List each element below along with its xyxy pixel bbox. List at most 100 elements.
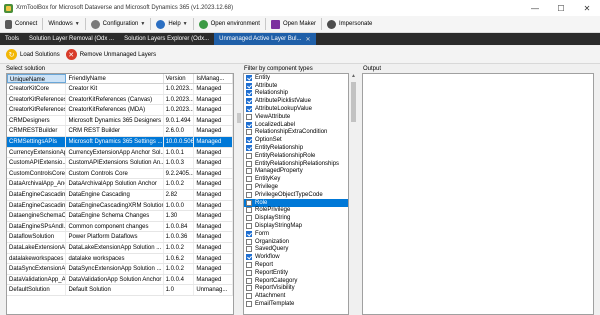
table-row[interactable]: DataValidationApp_A... DataValidationApp … <box>7 274 233 286</box>
filter-scrollbar[interactable]: ▲ <box>350 73 357 315</box>
table-row[interactable]: DataArchivalApp_Anc... DataArchivalApp So… <box>7 179 233 190</box>
checkbox[interactable] <box>246 199 252 206</box>
filter-item[interactable]: EmailTemplate <box>244 300 348 308</box>
table-row[interactable]: DataEngineSPsAndI... Common component cha… <box>7 221 233 233</box>
checkbox[interactable] <box>246 191 252 198</box>
checkbox[interactable] <box>246 269 252 276</box>
maximize-button[interactable]: ☐ <box>548 0 574 16</box>
table-row[interactable]: DataEngineCascadin... DataEngineCascading… <box>7 200 233 212</box>
table-row[interactable]: CreatorKitReferences... CreatorKitReferen… <box>7 94 233 106</box>
component-type-filter-list[interactable]: Entity Attribute Relationship AttributePick… <box>243 73 349 315</box>
table-row[interactable]: DataflowSolution Power Platform Dataflows… <box>7 232 233 243</box>
filter-item[interactable]: Relationship <box>244 90 348 98</box>
filter-item[interactable]: Workflow <box>244 253 348 261</box>
filter-item[interactable]: EntityRelationshipRole <box>244 152 348 160</box>
windows-menu[interactable]: Windows ▼ <box>45 17 82 32</box>
checkbox[interactable] <box>246 168 252 175</box>
solutions-grid[interactable]: UniqueName FriendlyName Version IsManag.… <box>6 73 234 315</box>
table-row[interactable]: CRMDesigners Microsoft Dynamics 365 Desig… <box>7 115 233 127</box>
column-header-ismanaged[interactable]: IsManag... <box>194 74 233 83</box>
filter-item[interactable]: ReportCategory <box>244 277 348 285</box>
table-row[interactable]: DataSyncExtensionA... DataSyncExtensionAp… <box>7 264 233 275</box>
checkbox[interactable] <box>246 277 252 284</box>
checkbox[interactable] <box>246 113 252 120</box>
filter-item[interactable]: EntityRelationshipRelationships <box>244 160 348 168</box>
open-environment-button[interactable]: Open environment <box>196 17 263 32</box>
configuration-menu[interactable]: Configuration ▼ <box>88 17 149 32</box>
checkbox[interactable] <box>246 176 252 183</box>
output-panel[interactable] <box>362 73 594 315</box>
checkbox[interactable] <box>246 184 252 191</box>
open-maker-button[interactable]: Open Maker <box>268 17 319 32</box>
checkbox[interactable] <box>246 285 252 292</box>
table-row[interactable]: CustomControlsCore Custom Controls Core 9.… <box>7 168 233 180</box>
close-tab-icon[interactable]: ✕ <box>306 36 311 43</box>
filter-item[interactable]: ReportEntity <box>244 269 348 277</box>
table-row[interactable]: DataengineSchemaC... DataEngine Schema Ch… <box>7 211 233 222</box>
checkbox[interactable] <box>246 137 252 144</box>
filter-item[interactable]: EntityKey <box>244 175 348 183</box>
filter-item[interactable]: Organization <box>244 238 348 246</box>
checkbox[interactable] <box>246 293 252 300</box>
table-row[interactable]: CurrencyExtensionAp... CurrencyExtensionA… <box>7 147 233 159</box>
table-row[interactable]: CRMSettingsAPIs Microsoft Dynamics 365 Se… <box>7 136 233 148</box>
filter-item[interactable]: Entity <box>244 74 348 82</box>
checkbox[interactable] <box>246 152 252 159</box>
table-row[interactable]: DataLakeExtensionA... DataLakeExtensionAp… <box>7 242 233 254</box>
checkbox[interactable] <box>246 246 252 253</box>
checkbox[interactable] <box>246 301 252 307</box>
checkbox[interactable] <box>246 230 252 237</box>
checkbox[interactable] <box>246 90 252 97</box>
checkbox[interactable] <box>246 98 252 105</box>
close-button[interactable]: ✕ <box>574 0 600 16</box>
filter-item[interactable]: Form <box>244 230 348 238</box>
filter-item[interactable]: Attachment <box>244 292 348 300</box>
filter-item[interactable]: ReportVisibility <box>244 285 348 293</box>
table-row[interactable]: datalakeworkspaces datalake workspaces 1.0… <box>7 253 233 265</box>
minimize-button[interactable]: — <box>522 0 548 16</box>
filter-item[interactable]: RolePrivilege <box>244 207 348 215</box>
filter-item[interactable]: DisplayString <box>244 214 348 222</box>
filter-item[interactable]: EntityRelationship <box>244 144 348 152</box>
scroll-up-icon[interactable]: ▲ <box>350 73 357 80</box>
filter-item[interactable]: Role <box>244 198 348 207</box>
checkbox[interactable] <box>246 121 252 128</box>
table-row[interactable]: DataEngineCascading DataEngine Cascading 2… <box>7 189 233 201</box>
checkbox[interactable] <box>246 160 252 167</box>
filter-item[interactable]: Privilege <box>244 183 348 191</box>
checkbox[interactable] <box>246 238 252 245</box>
scrollbar-thumb[interactable] <box>351 82 356 122</box>
filter-item[interactable]: Report <box>244 261 348 269</box>
filter-item[interactable]: ViewAttribute <box>244 113 348 121</box>
table-row[interactable]: CustomAPIExtensio... CustomAPIExtensions … <box>7 158 233 169</box>
filter-item[interactable]: OptionSet <box>244 136 348 144</box>
tab-solution-layer-removal[interactable]: Solution Layer Removal (Odx ... <box>24 33 119 45</box>
checkbox[interactable] <box>246 82 252 89</box>
checkbox[interactable] <box>246 215 252 222</box>
checkbox[interactable] <box>246 262 252 269</box>
remove-unmanaged-button[interactable]: ✕ Remove Unmanaged Layers <box>65 47 156 62</box>
filter-item[interactable]: PrivilegeObjectTypeCode <box>244 191 348 199</box>
tab-unmanaged-active-layer[interactable]: Unmanaged Active Layer Bul... ✕ <box>214 33 316 45</box>
checkbox[interactable] <box>246 129 252 136</box>
filter-item[interactable]: Attribute <box>244 82 348 90</box>
tab-tools[interactable]: Tools <box>0 33 24 45</box>
help-menu[interactable]: Help ▼ <box>153 17 190 32</box>
tab-solution-layers-explorer[interactable]: Solution Layers Explorer (Odx... <box>119 33 214 45</box>
checkbox[interactable] <box>246 254 252 261</box>
load-solutions-button[interactable]: ↻ Load Solutions <box>6 47 60 62</box>
column-header-uniquename[interactable]: UniqueName <box>7 74 67 83</box>
table-row[interactable]: CRMRESTBuilder CRM REST Builder 2.6.0.0 Man… <box>7 126 233 137</box>
filter-item[interactable]: ManagedProperty <box>244 168 348 176</box>
checkbox[interactable] <box>246 106 252 113</box>
column-header-friendlyname[interactable]: FriendlyName <box>66 74 164 83</box>
panel-splitter[interactable] <box>236 73 242 315</box>
filter-item[interactable]: LocalizedLabel <box>244 121 348 129</box>
column-header-version[interactable]: Version <box>164 74 195 83</box>
connect-button[interactable]: Connect <box>2 17 40 32</box>
filter-item[interactable]: AttributePicklistValue <box>244 97 348 105</box>
table-row[interactable]: CreatorKitReferences... CreatorKitReferen… <box>7 105 233 116</box>
checkbox[interactable] <box>246 145 252 152</box>
checkbox[interactable] <box>246 74 252 81</box>
table-row[interactable]: DefaultSolution Default Solution 1.0 Unmana… <box>7 285 233 296</box>
